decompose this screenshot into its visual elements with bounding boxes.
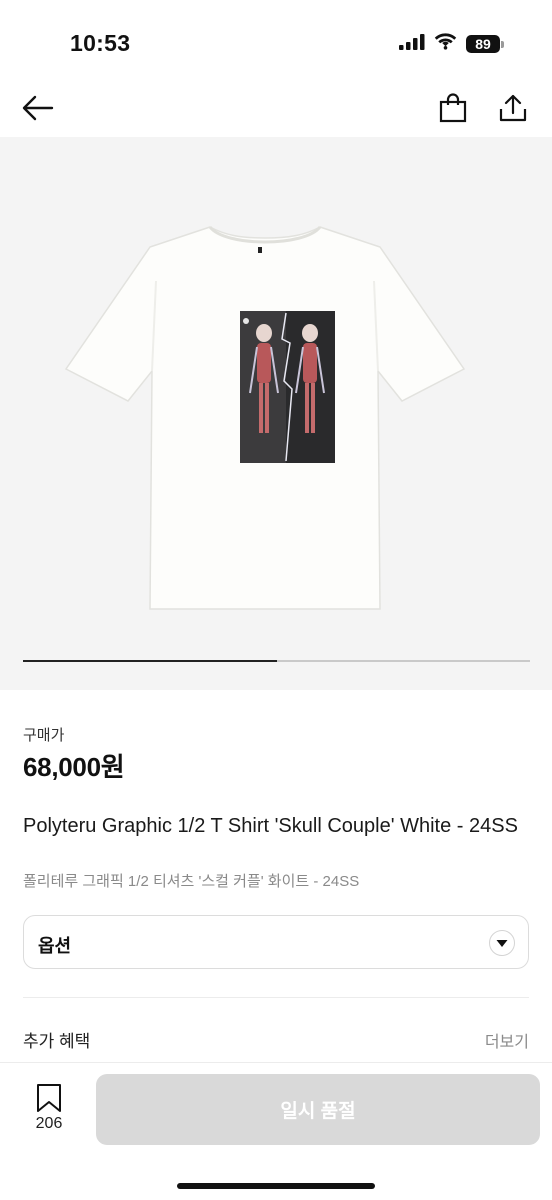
product-image xyxy=(64,225,466,610)
battery-cap xyxy=(501,40,504,48)
divider xyxy=(23,997,529,998)
top-navigation xyxy=(0,80,552,136)
home-indicator xyxy=(177,1183,375,1189)
signal-icon xyxy=(399,33,425,55)
carousel-progress xyxy=(23,659,530,662)
bottom-action-bar: 206 일시 품절 xyxy=(0,1062,552,1200)
product-name: Polyteru Graphic 1/2 T Shirt 'Skull Coup… xyxy=(23,815,518,837)
price-label: 구매가 xyxy=(23,727,65,744)
chevron-down-icon xyxy=(489,930,515,956)
carousel-progress-fill xyxy=(23,659,277,662)
shopping-bag-icon xyxy=(439,93,467,123)
price: 68,000원 xyxy=(23,752,125,782)
status-time: 10:53 xyxy=(70,30,131,56)
battery-level: 89 xyxy=(466,35,500,53)
see-more-link[interactable]: 더보기 xyxy=(485,1028,529,1052)
bookmark-icon xyxy=(37,1084,61,1112)
product-name-korean: 폴리테루 그래픽 1/2 티셔츠 '스컬 커플' 화이트 - 24SS xyxy=(23,873,360,890)
battery-icon: 89 xyxy=(466,35,504,53)
product-image-carousel[interactable] xyxy=(0,137,552,690)
shopping-bag-button[interactable] xyxy=(433,88,473,128)
extra-benefits-label: 추가 혜택 xyxy=(23,1032,91,1051)
status-icons: 89 xyxy=(399,33,504,55)
back-arrow-icon xyxy=(22,95,54,121)
status-bar: 10:53 89 xyxy=(0,0,552,80)
option-label: 옵션 xyxy=(38,936,72,956)
wifi-icon xyxy=(434,33,457,55)
sold-out-button[interactable]: 일시 품절 xyxy=(96,1074,540,1145)
option-select[interactable]: 옵션 xyxy=(23,915,529,969)
back-button[interactable] xyxy=(18,88,58,128)
share-icon xyxy=(499,94,527,122)
bookmark-button[interactable]: 206 xyxy=(26,1083,72,1139)
bookmark-count: 206 xyxy=(35,1115,63,1132)
share-button[interactable] xyxy=(493,88,533,128)
